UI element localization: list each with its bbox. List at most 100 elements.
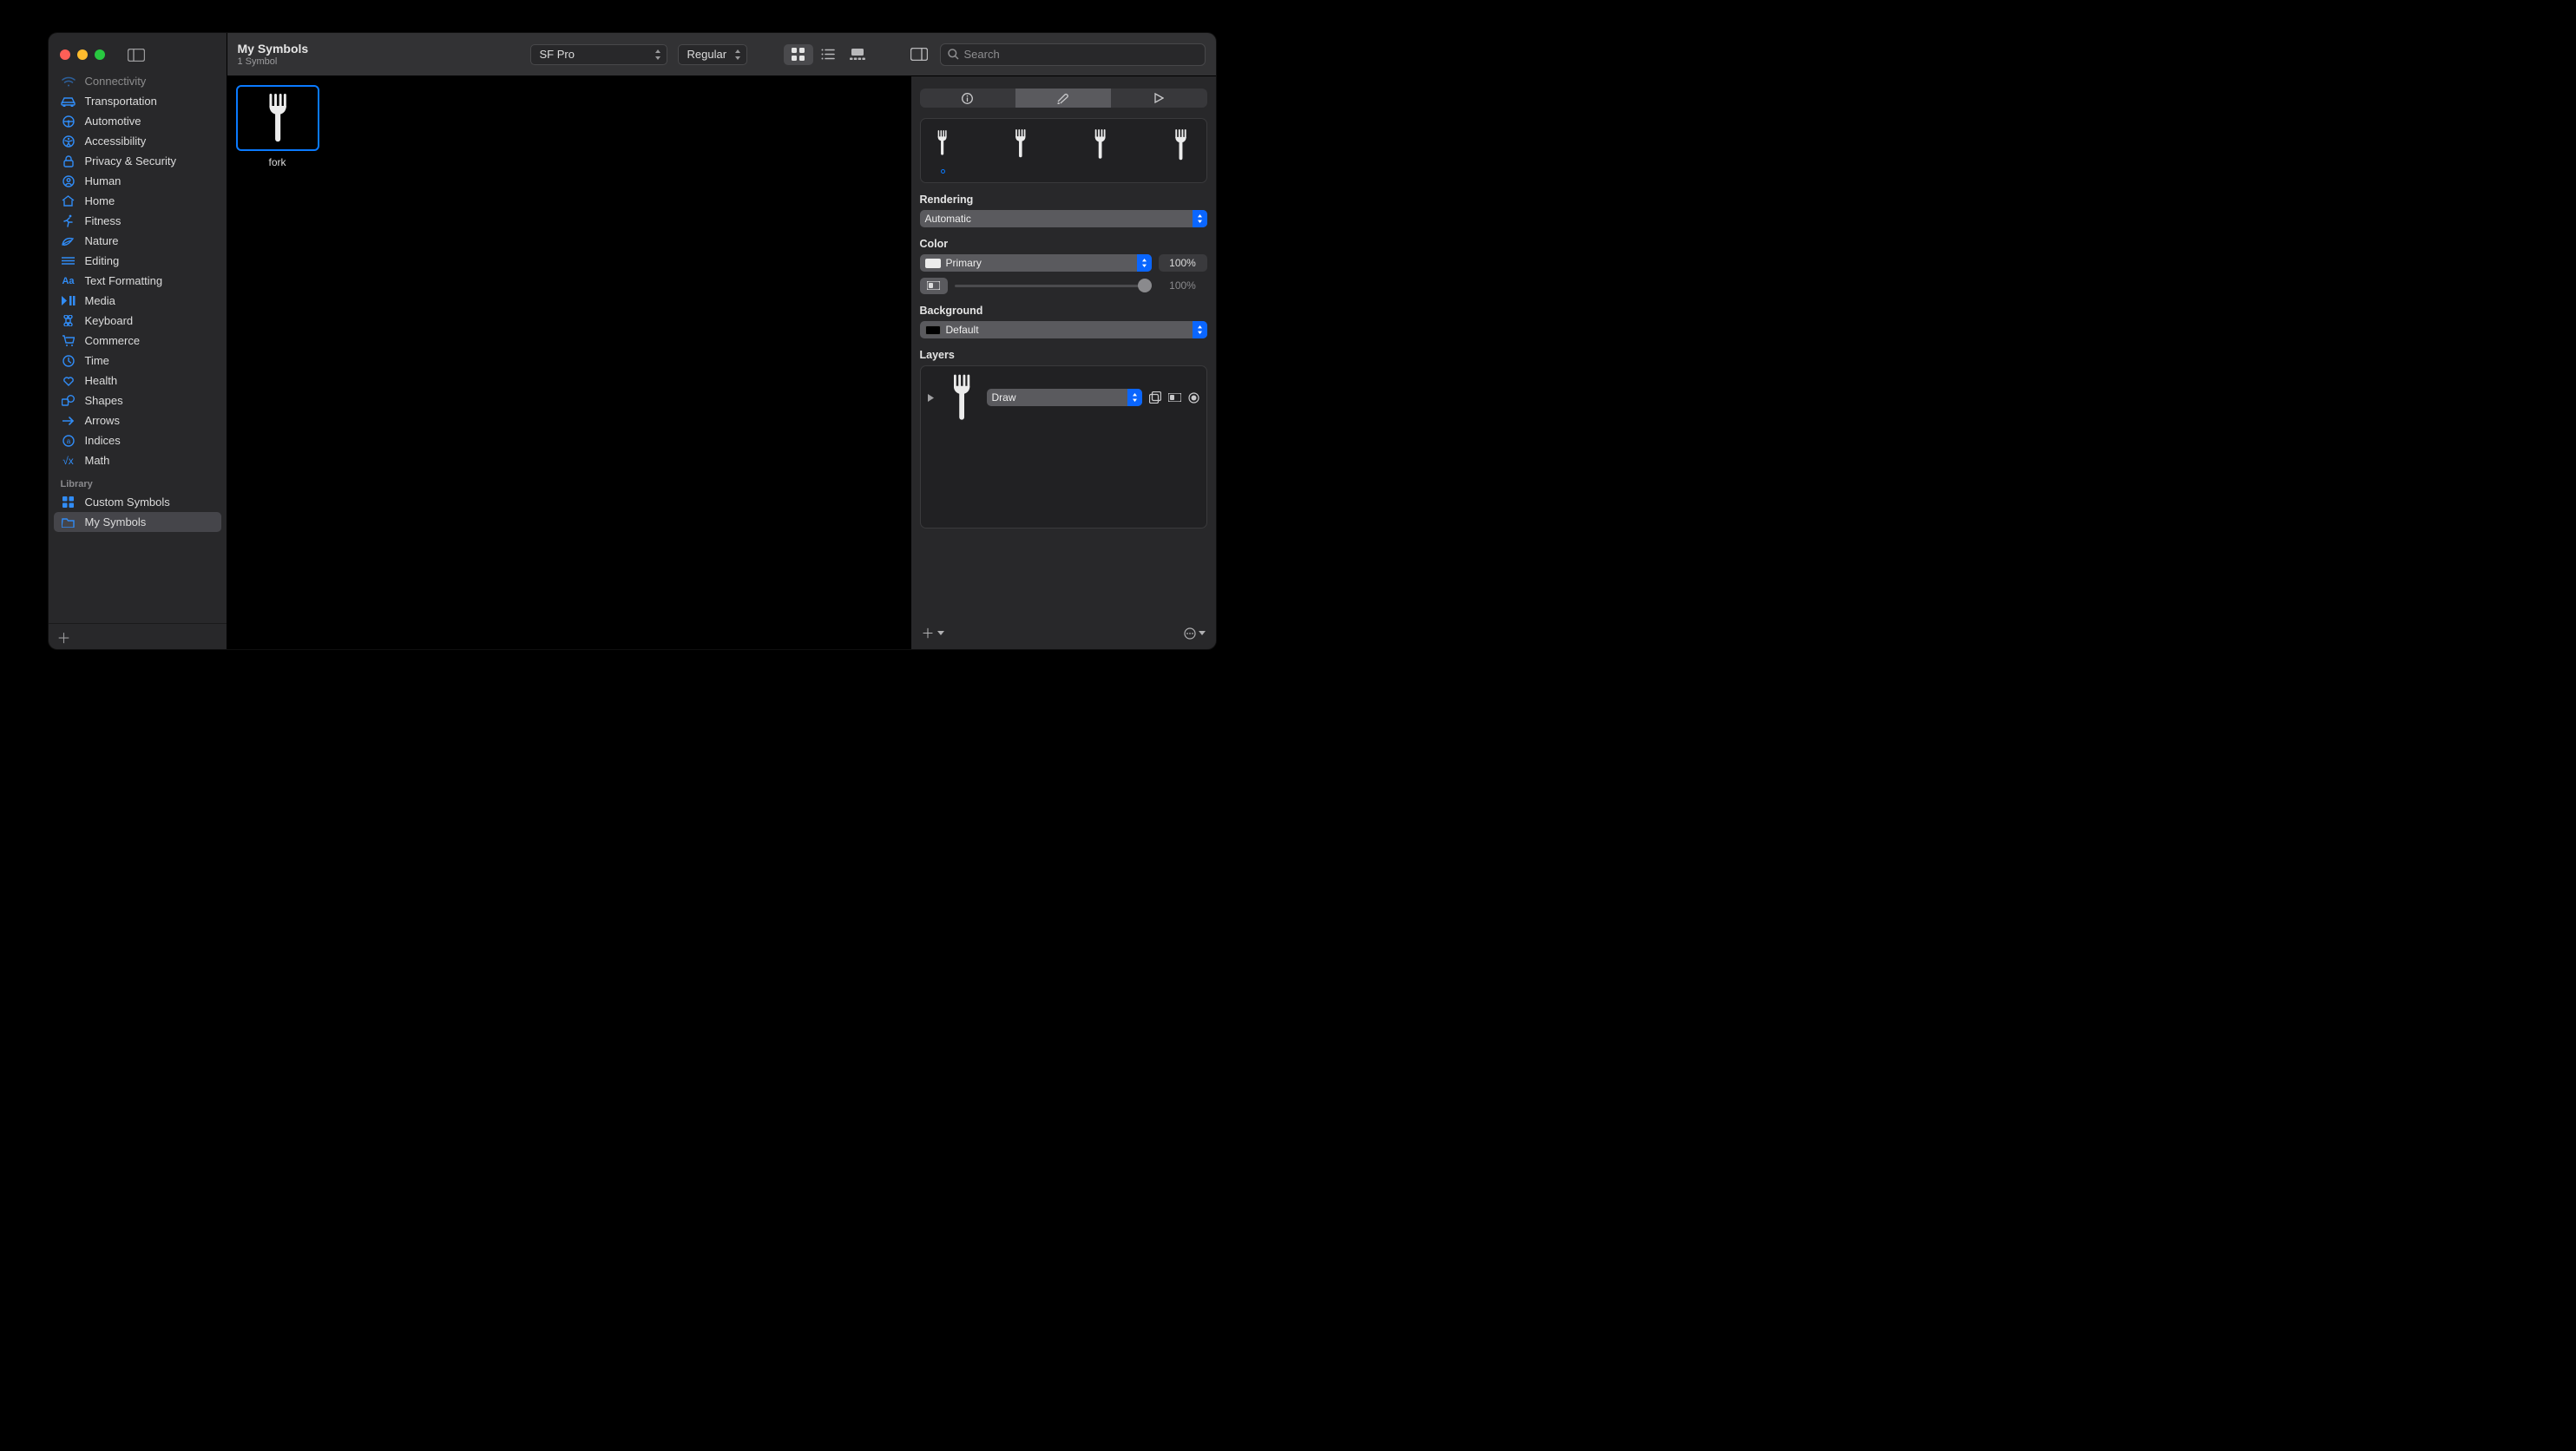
sidebar-item-library[interactable]: Custom Symbols: [54, 492, 221, 512]
rendering-section: Rendering Automatic: [920, 194, 1207, 227]
sidebar-item-category[interactable]: Automotive: [54, 111, 221, 131]
sidebar-item-category[interactable]: Fitness: [54, 211, 221, 231]
duplicate-layer-button[interactable]: [1149, 391, 1161, 404]
rendering-select[interactable]: Automatic: [920, 210, 1207, 227]
sidebar-item-category[interactable]: Health: [54, 371, 221, 391]
sidebar-item-label: Nature: [85, 234, 119, 247]
background-swatch: [925, 325, 941, 335]
sidebar-item-category[interactable]: Home: [54, 191, 221, 211]
sidebar-item-category[interactable]: Arrows: [54, 410, 221, 430]
search-field[interactable]: Search: [940, 43, 1206, 66]
variable-color-layer-button[interactable]: [1168, 393, 1181, 402]
chevron-updown-icon: [1127, 389, 1142, 406]
title-block: My Symbols 1 Symbol: [238, 42, 309, 67]
view-grid-button[interactable]: [784, 44, 813, 65]
close-window-button[interactable]: [60, 49, 70, 60]
inspector-tab-info[interactable]: [920, 89, 1015, 108]
sidebar-item-category[interactable]: Nature: [54, 231, 221, 251]
rendering-value: Automatic: [925, 213, 971, 225]
more-options-button[interactable]: [1184, 627, 1206, 640]
folder-icon: [61, 517, 76, 528]
grid-icon: [61, 496, 76, 508]
inspector-tab-appearance[interactable]: [1015, 89, 1111, 108]
sidebar-item-label: Media: [85, 294, 115, 307]
target-layer-button[interactable]: [1188, 392, 1199, 404]
background-label: Background: [920, 305, 1207, 317]
sidebar-item-label: Transportation: [85, 95, 157, 108]
sidebar-item-category[interactable]: AaText Formatting: [54, 271, 221, 291]
math-icon: √x: [61, 455, 76, 467]
sidebar-item-category[interactable]: Transportation: [54, 91, 221, 111]
color-opacity-field[interactable]: 100%: [1159, 254, 1207, 272]
sidebar-item-library[interactable]: My Symbols: [54, 512, 221, 532]
sidebar-item-label: Indices: [85, 434, 121, 447]
content-row: fork: [227, 76, 1216, 649]
sidebar-item-category[interactable]: Accessibility: [54, 131, 221, 151]
sidebar-item-label: Math: [85, 454, 110, 467]
toggle-inspector-button[interactable]: [909, 48, 930, 61]
car-icon: [61, 96, 76, 107]
color-label: Color: [920, 238, 1207, 250]
weight-variant[interactable]: [1093, 129, 1109, 174]
symbol-name-label: fork: [268, 156, 286, 168]
leaf-icon: [61, 236, 76, 246]
runner-icon: [61, 214, 76, 227]
sidebar-item-category[interactable]: Privacy & Security: [54, 151, 221, 171]
weight-variant[interactable]: [1173, 129, 1190, 174]
zoom-window-button[interactable]: [95, 49, 105, 60]
sidebar-item-category[interactable]: Commerce: [54, 331, 221, 351]
sidebar-item-label: Shapes: [85, 394, 123, 407]
chevron-updown-icon: [1193, 321, 1207, 338]
page-subtitle: 1 Symbol: [238, 56, 309, 67]
variable-color-button[interactable]: [920, 278, 948, 294]
slider-knob[interactable]: [1138, 279, 1152, 292]
minimize-window-button[interactable]: [77, 49, 88, 60]
main: My Symbols 1 Symbol SF Pro Regular: [227, 33, 1216, 649]
opacity-slider[interactable]: [955, 285, 1152, 287]
sidebar-item-category[interactable]: √x Math: [54, 450, 221, 470]
add-button[interactable]: ＋: [57, 627, 71, 647]
layer-row[interactable]: Draw: [928, 373, 1199, 422]
symbol-thumbnail[interactable]: fork: [236, 85, 319, 168]
color-select[interactable]: Primary: [920, 254, 1152, 272]
toggle-sidebar-button[interactable]: [128, 49, 145, 62]
toolbar: My Symbols 1 Symbol SF Pro Regular: [227, 33, 1216, 76]
weight-dropdown-label: Regular: [687, 48, 727, 61]
sidebar-list[interactable]: Connectivity Transportation AutomotiveAcce…: [49, 76, 227, 623]
view-gallery-button[interactable]: [843, 44, 872, 65]
layer-mode-select[interactable]: Draw: [987, 389, 1142, 406]
house-icon: [61, 195, 76, 207]
weight-dropdown[interactable]: Regular: [678, 44, 747, 65]
sidebar-item-category[interactable]: a Indices: [54, 430, 221, 450]
sidebar-item-category[interactable]: Human: [54, 171, 221, 191]
color-swatch: [925, 259, 941, 268]
symbol-preview: [236, 85, 319, 151]
sidebar-item-category[interactable]: Keyboard: [54, 311, 221, 331]
view-mode-segmented: [784, 44, 872, 65]
view-list-button[interactable]: [813, 44, 843, 65]
clock-icon: [61, 355, 76, 367]
sidebar-item-category[interactable]: Media: [54, 291, 221, 311]
sidebar-item-label: Editing: [85, 254, 120, 267]
font-dropdown-label: SF Pro: [540, 48, 575, 61]
sidebar-item-label: Human: [85, 174, 122, 187]
add-layer-button[interactable]: ＋: [922, 624, 944, 642]
font-dropdown[interactable]: SF Pro: [530, 44, 667, 65]
sidebar-item-category[interactable]: Connectivity: [54, 76, 221, 91]
weight-variant[interactable]: [936, 129, 950, 174]
sidebar-item-category[interactable]: Shapes: [54, 391, 221, 410]
disclosure-icon[interactable]: [928, 394, 936, 402]
heart-icon: [61, 376, 76, 386]
svg-text:a: a: [66, 437, 70, 445]
chevron-updown-icon: [1193, 210, 1207, 227]
weight-variant[interactable]: [1014, 129, 1029, 174]
background-select[interactable]: Default: [920, 321, 1207, 338]
symbol-gallery[interactable]: fork: [227, 76, 910, 649]
arrow-icon: [61, 417, 76, 425]
sidebar-item-category[interactable]: Time: [54, 351, 221, 371]
sidebar-item-label: Home: [85, 194, 115, 207]
sidebar-item-category[interactable]: Editing: [54, 251, 221, 271]
inspector-tab-animation[interactable]: [1111, 89, 1206, 108]
color-section: Color Primary 100%: [920, 238, 1207, 294]
sidebar-item-label: My Symbols: [85, 515, 147, 529]
